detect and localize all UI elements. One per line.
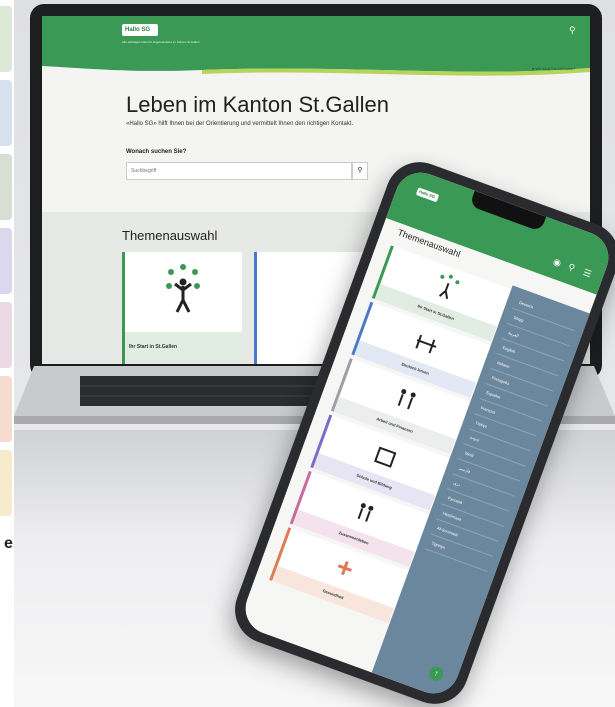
laptop-display: Hallo SG Alle wichtigen Infos für Zugewa… — [42, 16, 590, 364]
left-image-strip: e — [0, 0, 14, 707]
search-icon: ⚲ — [357, 167, 363, 174]
hero-text: «Hallo SG» hilft Ihnen bei der Orientier… — [126, 121, 354, 127]
strip-swatch-orange — [0, 376, 12, 442]
strip-swatch-green — [0, 6, 12, 72]
search-input[interactable] — [126, 162, 352, 180]
strip-cut-letter: e — [4, 535, 13, 552]
topic-card-label: Ihr Start in St.Gallen — [125, 332, 242, 364]
header-wave — [42, 60, 590, 76]
search-icon[interactable]: ⚲ — [569, 25, 576, 36]
topics-section: Themenauswahl Ihr Start in St.Gallen — [42, 212, 590, 364]
strip-swatch-pink — [0, 302, 12, 368]
person-juggling-icon — [166, 264, 200, 313]
topic-card-second[interactable] — [254, 252, 374, 364]
site-tagline: Alle wichtigen Infos für Zugewanderte im… — [122, 40, 200, 44]
strip-swatch-violet — [0, 228, 12, 294]
table-surface — [14, 430, 615, 707]
strip-swatch-grey — [0, 154, 12, 220]
site-logo[interactable]: Hallo SG — [122, 24, 158, 36]
search-label: Wonach suchen Sie? — [126, 149, 187, 155]
map-pin-icon: ● — [532, 66, 535, 71]
search-button[interactable]: ⚲ — [352, 162, 368, 180]
laptop-keyboard — [80, 376, 520, 406]
map-link[interactable]: ● Wo sind Sie zuhause? — [532, 66, 575, 71]
page-title: Leben im Kanton St.Gallen — [126, 92, 389, 117]
topics-heading: Themenauswahl — [122, 228, 218, 243]
topic-card-start[interactable]: Ihr Start in St.Gallen — [122, 252, 242, 364]
map-link-label: Wo sind Sie zuhause? — [535, 66, 576, 71]
strip-swatch-yellow — [0, 450, 12, 516]
strip-swatch-blue — [0, 80, 12, 146]
